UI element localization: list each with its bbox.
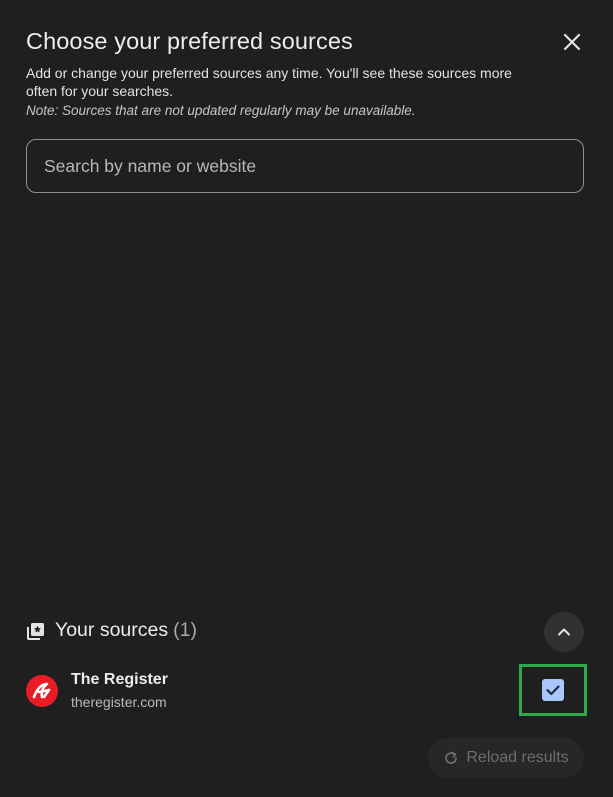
refresh-icon <box>443 750 459 766</box>
reload-results-label: Reload results <box>466 749 569 766</box>
dialog-note: Note: Sources that are not updated regul… <box>26 103 416 118</box>
dialog-description: Add or change your preferred sources any… <box>26 65 512 99</box>
dialog-title: Choose your preferred sources <box>26 28 353 54</box>
source-name: The Register <box>71 671 168 688</box>
close-button[interactable] <box>558 28 586 56</box>
the-register-logo <box>26 675 58 707</box>
sources-icon <box>26 621 46 641</box>
source-item-the-register: The Register theregister.com <box>26 664 587 716</box>
close-icon <box>563 33 581 51</box>
collapse-sources-button[interactable] <box>544 612 584 652</box>
chevron-up-icon <box>558 628 570 636</box>
your-sources-count: (1) <box>173 619 197 641</box>
source-url: theregister.com <box>71 694 167 710</box>
source-checkbox-highlight[interactable] <box>519 664 587 716</box>
checkmark-icon <box>546 685 560 696</box>
source-checkbox[interactable] <box>542 679 564 701</box>
reload-results-button[interactable]: Reload results <box>428 738 584 778</box>
preferred-sources-dialog: Choose your preferred sources Add or cha… <box>0 0 613 797</box>
your-sources-title: Your sources <box>55 619 169 641</box>
your-sources-header: Your sources (1) <box>26 619 197 642</box>
search-input[interactable] <box>26 139 584 193</box>
